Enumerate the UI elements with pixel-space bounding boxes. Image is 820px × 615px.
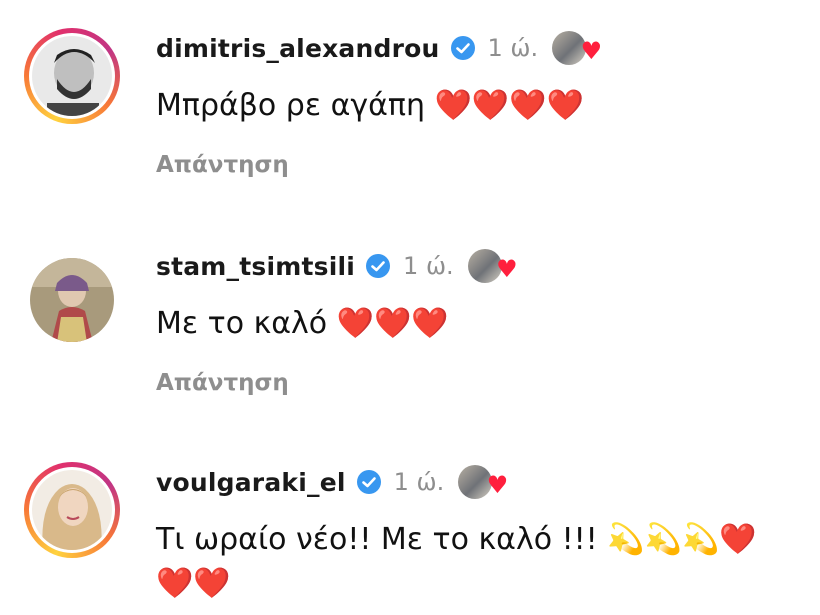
comment-text: Τι ωραίο νέο!! Με το καλό !!! 💫💫💫❤️: [156, 522, 757, 557]
profile-photo: [32, 470, 112, 550]
verified-badge-icon: [356, 469, 382, 495]
comment-item: voulgaraki_el 1 ώ. ♥ Τι ωραίο νέο!! Με τ…: [0, 0, 820, 615]
timestamp: 1 ώ.: [393, 468, 445, 496]
comment-body: Τι ωραίο νέο!! Με το καλό !!!: [156, 522, 598, 557]
creator-liked-heart-icon: ♥: [458, 465, 508, 499]
comment-text-continued: ❤️❤️: [156, 566, 231, 601]
comment-emoji: 💫💫💫❤️: [607, 522, 757, 557]
username[interactable]: voulgaraki_el: [156, 468, 346, 497]
avatar[interactable]: [24, 462, 120, 558]
